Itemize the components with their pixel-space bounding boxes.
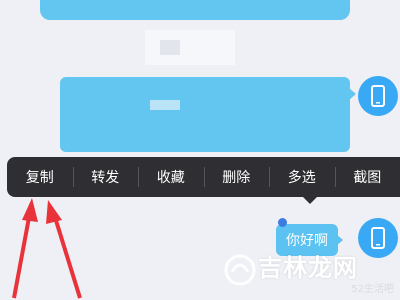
reply-message-tail: [336, 234, 343, 246]
blurred-message-highlight: [150, 100, 180, 110]
reply-message-text: 你好啊: [286, 233, 328, 249]
arrow-icon: [46, 200, 82, 299]
selection-handle[interactable]: [278, 218, 287, 227]
menu-item-delete[interactable]: 删除: [203, 157, 270, 197]
watermark-logo-icon: [224, 254, 256, 286]
watermark-brand: 吉林龙网: [258, 254, 358, 282]
blurred-area-shade: [160, 40, 180, 55]
phone-icon: [371, 85, 385, 107]
menu-item-favorite[interactable]: 收藏: [138, 157, 204, 197]
phone-icon: [371, 227, 385, 249]
blurred-message-top: [40, 0, 350, 20]
context-menu-pointer: [302, 196, 318, 204]
red-arrows-annotation: [12, 198, 82, 299]
arrow-icon: [12, 198, 38, 299]
blurred-area: [145, 30, 235, 65]
avatar-top[interactable]: [358, 76, 398, 116]
blurred-message-main[interactable]: [60, 77, 350, 152]
watermark-subtext: 52生活吧: [351, 284, 394, 295]
menu-item-multi-select[interactable]: 多选: [269, 157, 335, 197]
menu-item-screenshot[interactable]: 截图: [334, 157, 400, 197]
blurred-message-main-tail: [349, 88, 356, 100]
avatar-bottom[interactable]: [358, 218, 398, 258]
